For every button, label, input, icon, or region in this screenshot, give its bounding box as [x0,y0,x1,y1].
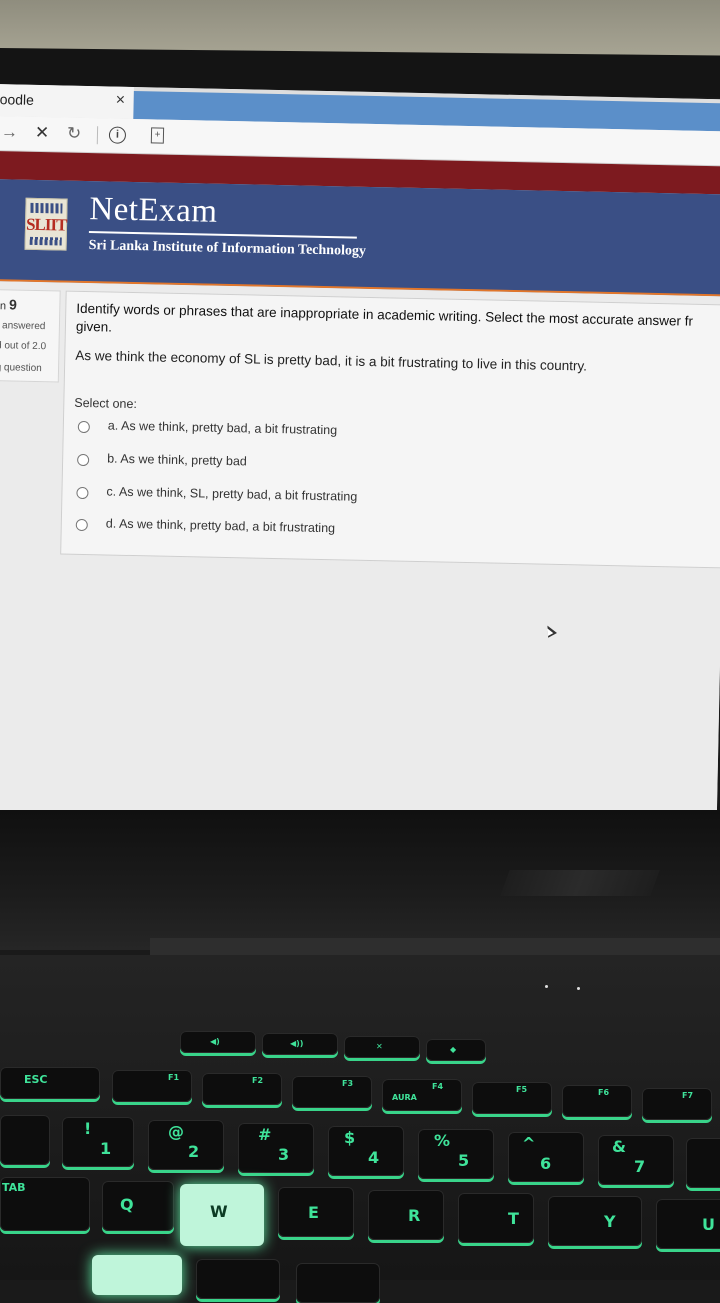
key-s[interactable] [196,1259,280,1299]
sliit-logo[interactable]: SLIIT [25,198,68,251]
f3-key[interactable]: F3 [292,1076,372,1108]
site-title: NetExam [89,191,218,231]
logo-text: SLIIT [26,215,66,236]
f5-label: F5 [516,1085,527,1094]
site-header: SLIIT NetExam Sri Lanka Institute of Inf… [0,179,720,296]
key-1[interactable]: !1 [62,1117,134,1167]
laptop-hinge [150,938,720,956]
key-r[interactable]: R [368,1190,444,1240]
key-y[interactable]: Y [548,1196,642,1246]
question-sentence: As we think the economy of SL is pretty … [75,348,587,374]
volume-up-key[interactable]: ◀)) [262,1033,338,1055]
select-one-label: Select one: [74,396,137,411]
f7-key[interactable]: F7 [642,1088,712,1120]
option-label[interactable]: c. As we think, SL, pretty bad, a bit fr… [106,484,357,503]
key-4[interactable]: $4 [328,1126,404,1176]
quiz-content: ion 9 et answered ed out of 2.0 ag quest… [0,281,720,835]
key-5[interactable]: %5 [418,1129,494,1179]
f6-label: F6 [598,1088,609,1097]
armoury-key[interactable]: ◆ [426,1039,486,1061]
stop-icon[interactable]: ✕ [35,123,50,143]
radio-button[interactable] [77,454,89,466]
title-divider [89,231,357,239]
institute-name: Sri Lanka Institute of Information Techn… [88,238,366,260]
logo-pattern-bottom [30,237,62,246]
status-led [545,985,548,988]
key-8[interactable] [686,1138,720,1188]
tab-title: oodle [0,91,34,108]
key-7[interactable]: &7 [598,1135,674,1185]
question-number-value: 9 [9,296,17,312]
radio-button[interactable] [76,519,88,531]
laptop-brand-plate [500,870,659,896]
key-3[interactable]: #3 [238,1123,314,1173]
f1-key[interactable]: F1 [112,1070,192,1102]
key-a[interactable] [92,1255,182,1295]
question-card: Identify words or phrases that are inapp… [60,291,720,569]
key-2[interactable]: @2 [148,1120,224,1170]
f2-key[interactable]: F2 [202,1073,282,1105]
question-status: et answered [0,320,46,332]
f5-key[interactable]: F5 [472,1082,552,1114]
laptop-keyboard-deck: ◀) ◀)) ✕ ◆ ESC F1 F2 F3 F4AURA F5 F6 F7 … [0,955,720,1280]
key-e[interactable]: E [278,1187,354,1237]
f4-key[interactable]: F4 AURA [382,1079,462,1111]
forward-arrow-icon[interactable]: → [1,122,18,142]
key-w[interactable]: W [180,1184,264,1246]
radio-button[interactable] [76,487,88,499]
key-u[interactable]: U [656,1199,720,1249]
reload-icon[interactable]: ↻ [67,124,82,144]
question-number-prefix: ion [0,300,6,312]
key-q[interactable]: Q [102,1181,174,1231]
f1-label: F1 [168,1073,179,1082]
key-d[interactable] [296,1263,380,1303]
logo-pattern-top [30,203,62,214]
key-6[interactable]: ^6 [508,1132,584,1182]
tab-key[interactable]: TAB [0,1177,90,1231]
flag-question-link[interactable]: ag question [0,362,42,374]
backtick-key[interactable] [0,1115,50,1165]
option-label[interactable]: a. As we think, pretty bad, a bit frustr… [108,419,338,438]
mic-mute-key[interactable]: ✕ [344,1036,420,1058]
question-info-panel: ion 9 et answered ed out of 2.0 ag quest… [0,289,61,383]
option-label[interactable]: d. As we think, pretty bad, a bit frustr… [106,516,336,535]
question-marks: ed out of 2.0 [0,340,46,352]
site-info-icon[interactable]: i [109,126,126,143]
key-t[interactable]: T [458,1193,534,1243]
aura-label: AURA [392,1093,417,1102]
status-led [577,987,580,990]
radio-button[interactable] [78,421,90,433]
f7-label: F7 [682,1091,693,1100]
tab-label: TAB [2,1181,26,1194]
f4-label: F4 [432,1082,443,1091]
f6-key[interactable]: F6 [562,1085,632,1117]
nav-separator [97,126,98,144]
f3-label: F3 [342,1079,353,1088]
f2-label: F2 [252,1076,263,1085]
esc-key[interactable]: ESC [0,1067,100,1099]
tab-close-icon[interactable]: × [115,92,125,110]
question-prompt: Identify words or phrases that are inapp… [76,300,720,350]
volume-down-key[interactable]: ◀) [180,1031,256,1053]
esc-label: ESC [24,1073,48,1086]
browser-tab[interactable]: oodle × [0,84,134,119]
question-number: ion 9 [0,296,17,313]
option-label[interactable]: b. As we think, pretty bad [107,451,247,468]
laptop-screen: oodle × → ✕ ↻ i + SLIIT NetExam Sri Lank… [0,84,720,835]
page-action-icon[interactable]: + [151,127,164,143]
